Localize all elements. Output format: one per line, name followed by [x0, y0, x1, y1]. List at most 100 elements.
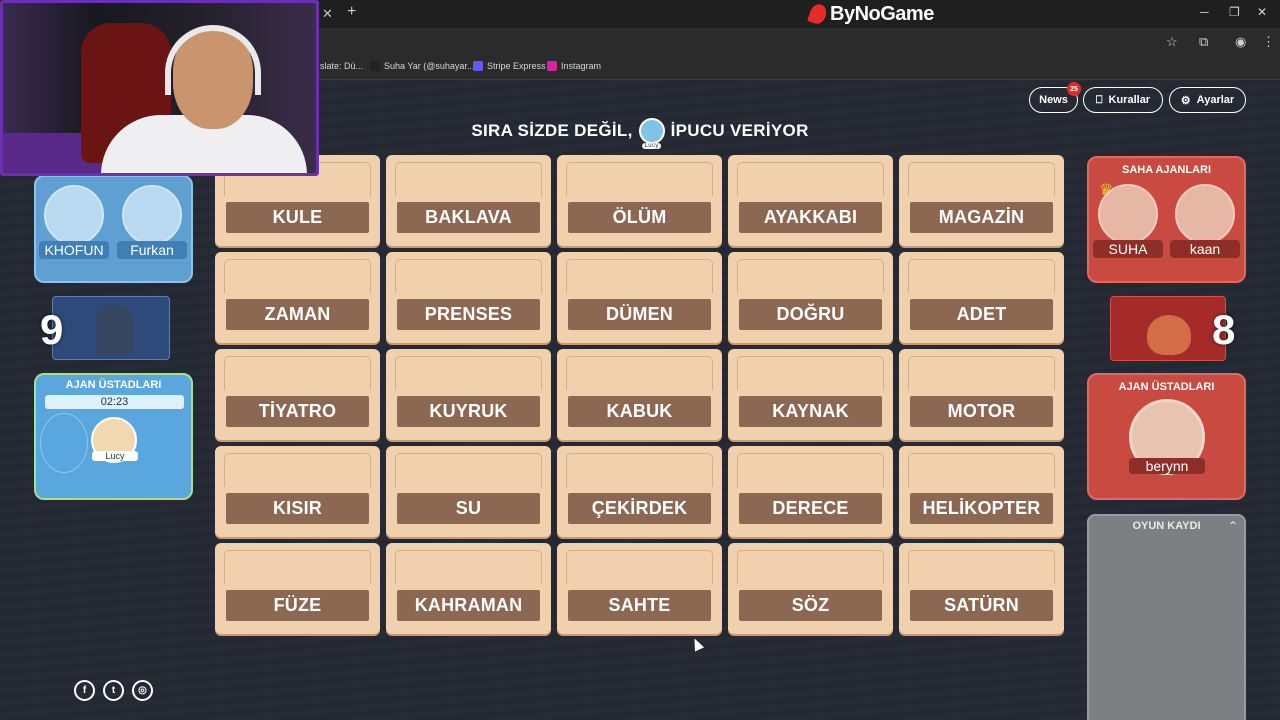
card-word: AYAKKABI	[739, 202, 882, 233]
card-word: FÜZE	[226, 590, 369, 621]
player-card[interactable]: KHOFUN	[39, 185, 109, 259]
player-card[interactable]: Furkan	[117, 185, 187, 259]
decorative-figure	[40, 413, 88, 473]
blue-team-image	[52, 296, 170, 360]
social-links: f t ◎	[74, 680, 153, 701]
word-card[interactable]: KAYNAK	[728, 349, 893, 440]
word-card[interactable]: AYAKKABI	[728, 155, 893, 246]
word-card[interactable]: MOTOR	[899, 349, 1064, 440]
word-card[interactable]: PRENSES	[386, 252, 551, 343]
word-card[interactable]: HELİKOPTER	[899, 446, 1064, 537]
word-card[interactable]: KABUK	[557, 349, 722, 440]
bookmark-icon: ⎕	[1095, 93, 1103, 106]
turn-timer: 02:23	[45, 395, 184, 409]
card-word: KAYNAK	[739, 396, 882, 427]
menu-icon[interactable]: ⋮	[1262, 34, 1275, 50]
mouse-cursor-icon	[689, 636, 705, 652]
word-card-grid: KULE BAKLAVA ÖLÜM AYAKKABI MAGAZİN ZAMAN…	[215, 155, 1066, 634]
instagram-icon[interactable]: ◎	[132, 680, 153, 701]
word-card[interactable]: MAGAZİN	[899, 155, 1064, 246]
player-avatar	[1175, 184, 1235, 244]
new-tab-icon[interactable]: +	[347, 3, 356, 21]
card-word: SATÜRN	[910, 590, 1053, 621]
card-word: DÜMEN	[568, 299, 711, 330]
tiktok-icon	[370, 61, 380, 71]
word-card[interactable]: ADET	[899, 252, 1064, 343]
card-word: SAHTE	[568, 590, 711, 621]
maximize-icon[interactable]: ❐	[1229, 5, 1240, 19]
word-card[interactable]: ÇEKİRDEK	[557, 446, 722, 537]
bookmark-item[interactable]: slate: Dü...	[320, 61, 363, 71]
word-card[interactable]: ZAMAN	[215, 252, 380, 343]
red-score: 8	[1212, 306, 1236, 353]
window-close-icon[interactable]: ✕	[1257, 5, 1267, 19]
player-avatar	[1098, 184, 1158, 244]
card-word: SU	[397, 493, 540, 524]
word-card[interactable]: DOĞRU	[728, 252, 893, 343]
site-logo: ByNoGame	[807, 1, 934, 27]
card-word: BAKLAVA	[397, 202, 540, 233]
minimize-icon[interactable]: ─	[1200, 5, 1209, 19]
extensions-icon[interactable]: ⧉	[1199, 34, 1208, 50]
word-card[interactable]: SAHTE	[557, 543, 722, 634]
player-card[interactable]: kaan	[1170, 184, 1240, 258]
card-word: TİYATRO	[226, 396, 369, 427]
red-spymasters-panel: AJAN ÜSTADLARI berynn	[1087, 373, 1246, 500]
close-tab-icon[interactable]: ✕	[322, 6, 333, 22]
bookmark-star-icon[interactable]: ☆	[1166, 34, 1178, 50]
card-word: ZAMAN	[226, 299, 369, 330]
red-team-image	[1110, 296, 1226, 361]
webcam-overlay	[0, 0, 319, 176]
word-card[interactable]: FÜZE	[215, 543, 380, 634]
card-word: KUYRUK	[397, 396, 540, 427]
rules-button[interactable]: ⎕ Kurallar	[1083, 87, 1163, 113]
facebook-icon[interactable]: f	[74, 680, 95, 701]
word-card[interactable]: DERECE	[728, 446, 893, 537]
game-log-panel[interactable]: OYUN KAYDI ⌃	[1087, 514, 1246, 720]
word-card[interactable]: SATÜRN	[899, 543, 1064, 634]
word-card[interactable]: KISIR	[215, 446, 380, 537]
bookmark-item[interactable]: Suha Yar (@suhayar....	[370, 61, 477, 71]
card-word: HELİKOPTER	[910, 493, 1053, 524]
bookmark-item[interactable]: Stripe Express	[473, 61, 546, 71]
card-word: KAHRAMAN	[397, 590, 540, 621]
card-word: SÖZ	[739, 590, 882, 621]
profile-icon[interactable]: ◉	[1235, 34, 1246, 50]
blue-team-operatives: KHOFUN Furkan	[34, 175, 193, 283]
news-button[interactable]: News 25	[1029, 82, 1081, 113]
stripe-icon	[473, 61, 483, 71]
card-word: ADET	[910, 299, 1053, 330]
card-word: KULE	[226, 202, 369, 233]
word-card[interactable]: BAKLAVA	[386, 155, 551, 246]
card-word: KISIR	[226, 493, 369, 524]
word-card[interactable]: SU	[386, 446, 551, 537]
word-card[interactable]: KUYRUK	[386, 349, 551, 440]
url-input[interactable]	[320, 31, 1190, 53]
word-card[interactable]: TİYATRO	[215, 349, 380, 440]
twitter-icon[interactable]: t	[103, 680, 124, 701]
player-card[interactable]: SUHA	[1093, 184, 1163, 258]
card-word: MOTOR	[910, 396, 1053, 427]
player-avatar	[122, 185, 182, 245]
card-word: DOĞRU	[739, 299, 882, 330]
card-word: ÇEKİRDEK	[568, 493, 711, 524]
word-card[interactable]: ÖLÜM	[557, 155, 722, 246]
card-word: ÖLÜM	[568, 202, 711, 233]
red-team-operatives: SAHA AJANLARI ♛ SUHA kaan	[1087, 156, 1246, 283]
card-word: KABUK	[568, 396, 711, 427]
bookmark-item[interactable]: Instagram	[547, 61, 601, 71]
headset-icon	[165, 25, 261, 95]
chevron-up-icon[interactable]: ⌃	[1228, 519, 1238, 533]
word-card[interactable]: SÖZ	[728, 543, 893, 634]
gear-icon: ⚙	[1180, 94, 1191, 107]
player-avatar	[44, 185, 104, 245]
settings-button[interactable]: ⚙ Ayarlar	[1169, 87, 1246, 113]
bynogame-logo-icon	[807, 1, 829, 27]
game-board-area: News 25 ⎕ Kurallar ⚙ Ayarlar SIRA SİZDE …	[0, 80, 1280, 720]
word-card[interactable]: DÜMEN	[557, 252, 722, 343]
word-card[interactable]: KAHRAMAN	[386, 543, 551, 634]
card-word: MAGAZİN	[910, 202, 1053, 233]
streamer-figure	[101, 25, 307, 173]
spymaster-avatar: Lucy	[638, 118, 665, 149]
news-badge: 25	[1067, 82, 1081, 96]
